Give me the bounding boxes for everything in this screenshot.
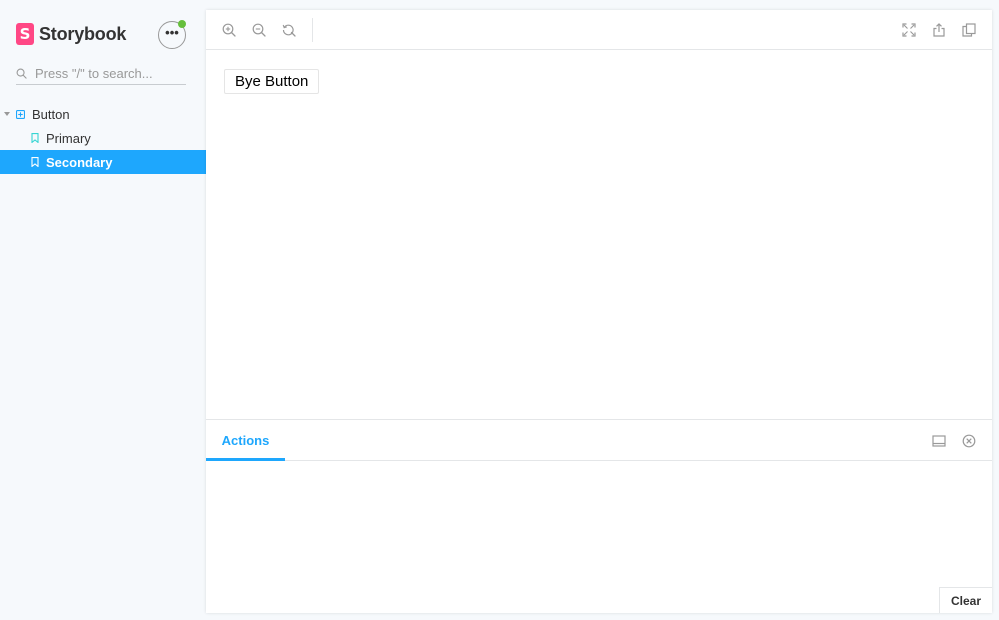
close-panel-button[interactable] <box>961 433 977 449</box>
share-icon <box>933 23 945 37</box>
tree-item-primary[interactable]: Primary <box>0 126 206 150</box>
ellipsis-icon: ••• <box>165 25 179 40</box>
toolbar-divider <box>312 18 313 42</box>
tree-item-secondary[interactable]: Secondary <box>0 150 206 174</box>
bookmark-icon <box>31 133 39 143</box>
brand-name: Storybook <box>39 23 127 44</box>
tree-item-label: Button <box>32 106 70 122</box>
tree-item-label: Primary <box>46 130 91 146</box>
sidebar: S Storybook ••• Button Primary <box>0 0 206 620</box>
search-icon <box>16 68 27 79</box>
zoom-out-icon <box>252 23 266 37</box>
bye-button[interactable]: Bye Button <box>224 69 320 94</box>
story-tree: Button Primary Secondary <box>0 102 206 174</box>
status-indicator <box>178 20 186 28</box>
search-input[interactable] <box>35 65 175 81</box>
fullscreen-button[interactable] <box>899 20 919 40</box>
component-icon <box>16 109 25 119</box>
tab-actions[interactable]: Actions <box>206 420 285 461</box>
clear-button[interactable]: Clear <box>939 587 992 613</box>
copy-icon <box>962 23 976 37</box>
share-button[interactable] <box>929 20 949 40</box>
toolbar <box>206 10 992 50</box>
search-field[interactable] <box>16 62 186 85</box>
brand[interactable]: S Storybook <box>16 22 126 46</box>
panel-orientation-button[interactable] <box>931 433 947 449</box>
storybook-logo-icon: S <box>16 23 34 45</box>
zoom-in-button[interactable] <box>219 20 239 40</box>
addon-tab-bar: Actions <box>206 420 992 461</box>
panel-orientation-icon <box>932 435 946 447</box>
zoom-reset-icon <box>282 24 296 37</box>
fullscreen-icon <box>902 23 916 37</box>
preview-panel: Bye Button Actions Clear <box>206 10 992 613</box>
zoom-reset-button[interactable] <box>279 20 299 40</box>
tree-item-label: Secondary <box>46 154 113 170</box>
caret-down-icon[interactable] <box>4 112 10 116</box>
story-canvas: Bye Button <box>206 51 992 419</box>
copy-link-button[interactable] <box>959 20 979 40</box>
tree-item-button[interactable]: Button <box>0 102 206 126</box>
close-panel-icon <box>962 434 976 448</box>
addons-panel: Actions Clear <box>206 419 992 613</box>
bookmark-icon <box>31 157 39 167</box>
zoom-out-button[interactable] <box>249 20 269 40</box>
zoom-in-icon <box>222 23 236 37</box>
